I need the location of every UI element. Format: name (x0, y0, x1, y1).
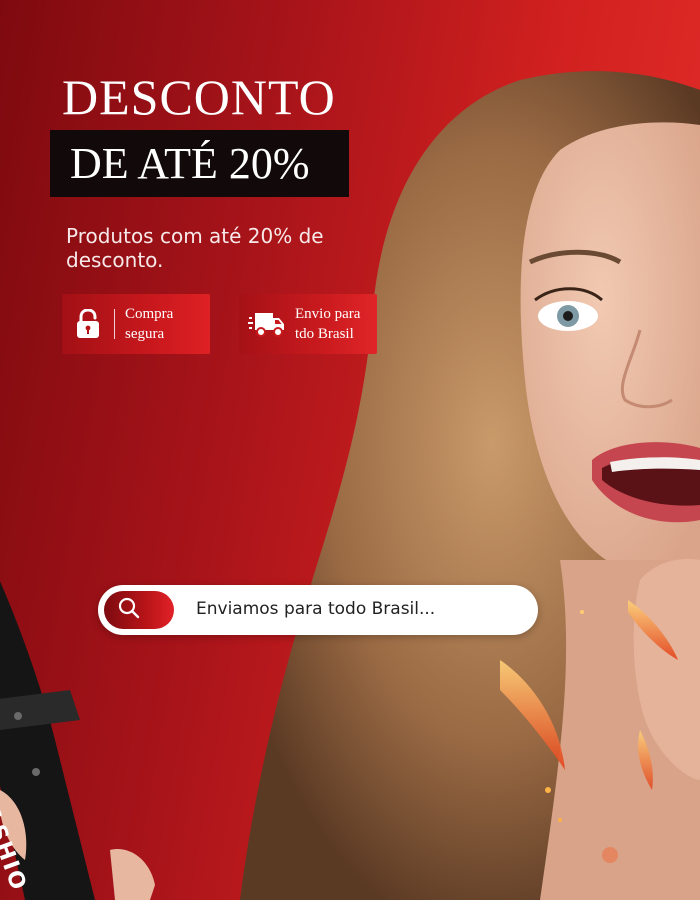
search-button[interactable] (104, 591, 174, 629)
face-shape (520, 122, 700, 575)
secure-purchase-badge: Compra segura (62, 294, 210, 354)
headline-line-1: DESCONTO (62, 69, 336, 125)
shipping-badge: Envio para tdo Brasil (239, 294, 377, 354)
subtitle: Produtos com até 20% de desconto. (66, 224, 324, 272)
secure-purchase-label: Compra segura (125, 306, 174, 342)
promo-banner: FASHIO DESCONTO DE ATÉ 20% Produtos com … (0, 0, 700, 900)
search-bar[interactable]: Enviamos para todo Brasil... (98, 585, 538, 635)
shipping-label: Envio para tdo Brasil (295, 306, 361, 342)
headline-line-2: DE ATÉ 20% (70, 139, 310, 188)
headline-highlight-box: DE ATÉ 20% (50, 130, 349, 197)
search-text[interactable]: Enviamos para todo Brasil... (196, 599, 435, 619)
product-brand-text: FASHIO (0, 790, 32, 896)
search-icon (118, 597, 140, 624)
unlock-icon (62, 309, 114, 339)
delivery-truck-icon (239, 310, 295, 338)
badge-divider (114, 309, 115, 339)
